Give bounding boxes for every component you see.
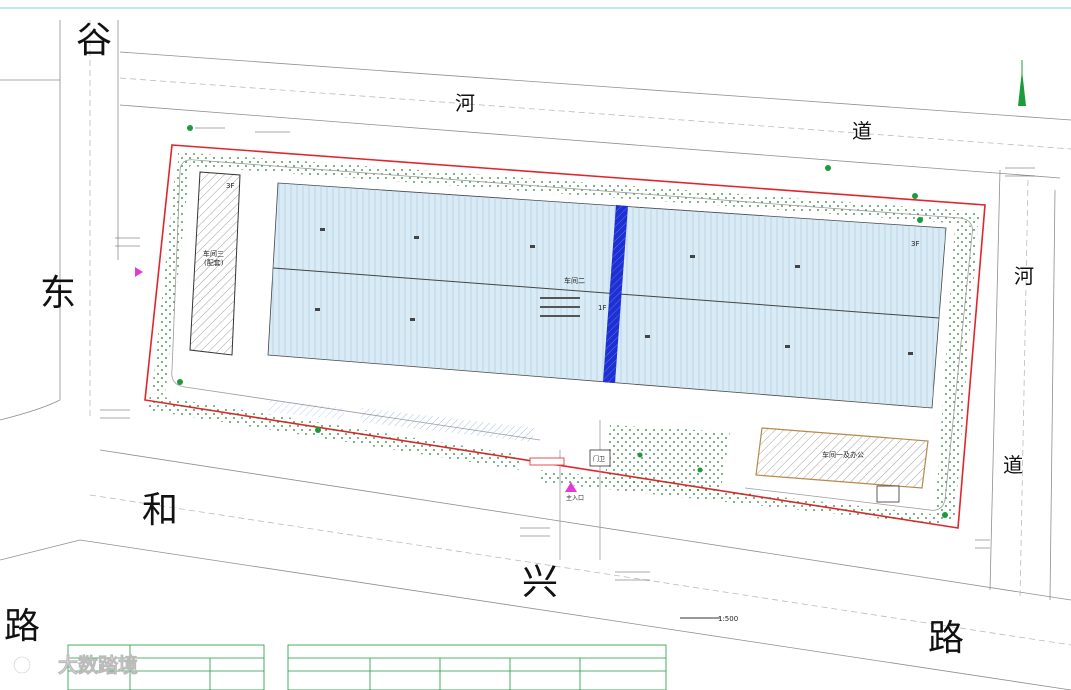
warehouse-left-sub: (配套) [204, 258, 224, 267]
warehouse-left-label: 车间三 [203, 249, 224, 258]
side-entrance-marker [135, 267, 143, 277]
road-char-he-top: 河 [455, 91, 475, 115]
gate-label: 门卫 [593, 455, 605, 463]
watermark: 大数踏境 [13, 653, 138, 677]
road-char-he-left: 和 [142, 490, 178, 531]
watermark-text: 大数踏境 [58, 653, 138, 677]
office-label: 车间一及办公 [822, 450, 864, 459]
legend-table-right [287, 644, 667, 690]
road-char-gu: 谷 [76, 20, 112, 61]
road-char-dao-right: 道 [1003, 453, 1023, 477]
workshop-main-floor-3f: 3F [911, 240, 919, 248]
site-plan-drawing: 3F 车间三 (配套) 车间二 3F 1F 车间一及办公 门卫 主入口 谷 东 … [0, 7, 1071, 690]
road-char-xing: 兴 [522, 562, 558, 603]
road-char-lu-right: 路 [928, 618, 964, 659]
road-char-dao-top: 道 [852, 119, 872, 143]
workshop-main-floor-1f: 1F [598, 304, 606, 312]
scale-bar: 1:500 [680, 615, 738, 623]
scale-label: 1:500 [718, 615, 738, 623]
warehouse-left-floor: 3F [226, 182, 234, 190]
road-char-dong: 东 [40, 273, 76, 314]
road-char-he-right: 河 [1014, 264, 1034, 288]
north-arrow-icon [1018, 60, 1026, 106]
workshop-main-label: 车间二 [564, 276, 585, 285]
main-entrance-label: 主入口 [566, 494, 584, 502]
road-char-lu-left: 路 [4, 606, 40, 647]
